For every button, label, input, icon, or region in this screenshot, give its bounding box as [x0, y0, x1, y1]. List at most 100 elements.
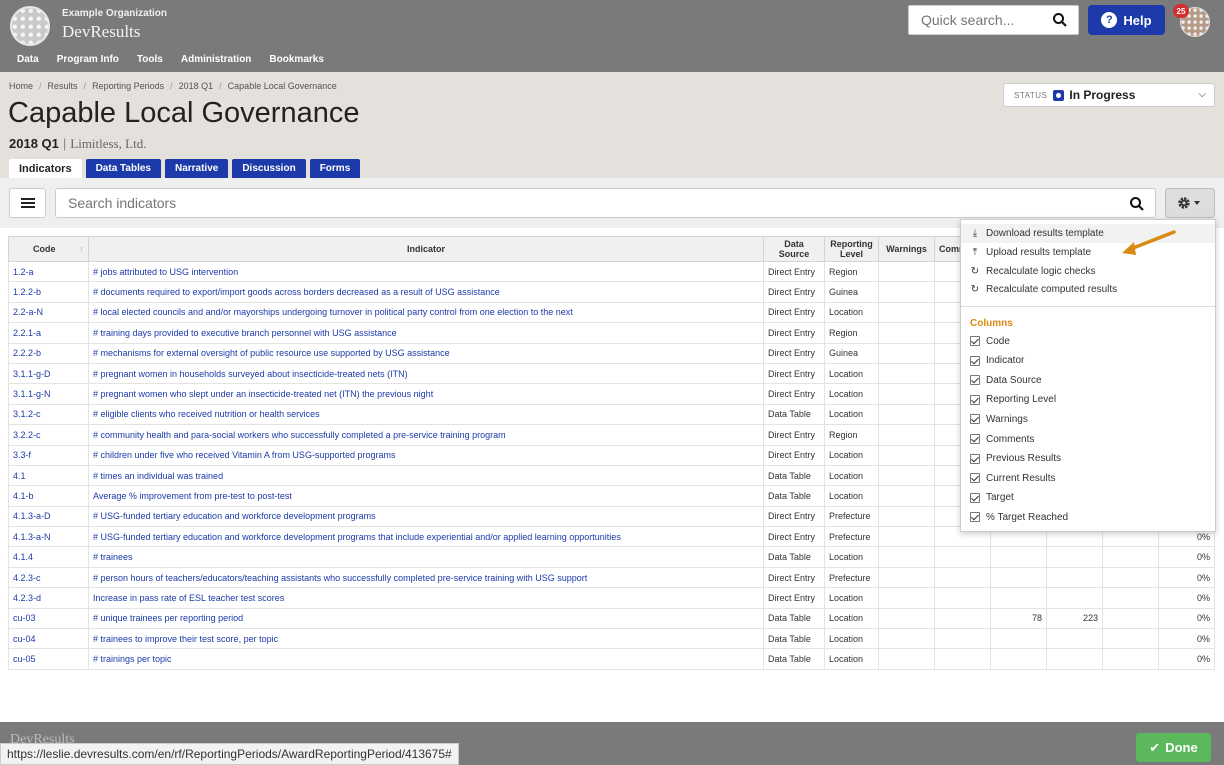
indicator-code-link[interactable]: 1.2-a	[8, 260, 89, 283]
checkbox-icon[interactable]	[970, 394, 980, 405]
indicator-code-link[interactable]: cu-05	[8, 648, 89, 670]
column-toggle-item[interactable]: Reporting Level	[970, 392, 1056, 408]
indicator-name-link[interactable]: # pregnant women in households surveyed …	[88, 362, 764, 385]
indicator-name-link[interactable]: # trainees to improve their test score, …	[88, 628, 764, 650]
indicator-code-link[interactable]: 4.1.3-a-N	[8, 526, 89, 548]
help-button[interactable]: ? Help	[1088, 5, 1165, 35]
tab-data-tables[interactable]: Data Tables	[85, 159, 161, 178]
table-row[interactable]: 4.2.3-c # person hours of teachers/educat…	[8, 566, 1215, 589]
indicator-code-link[interactable]: 4.2.3-c	[8, 566, 89, 589]
indicator-name-link[interactable]: # training days provided to executive br…	[88, 322, 764, 344]
table-row[interactable]: 4.2.3-d Increase in pass rate of ESL teac…	[8, 587, 1215, 609]
status-select[interactable]: STATUS In Progress ⌵	[1003, 83, 1215, 107]
indicator-name-link[interactable]: # community health and para-social worke…	[88, 424, 764, 446]
column-toggle-item[interactable]: % Target Reached	[970, 509, 1068, 525]
menu-button[interactable]	[9, 188, 46, 218]
indicator-code-link[interactable]: 1.2.2-b	[8, 281, 89, 303]
column-header-reporting-level[interactable]: Reporting Level	[824, 236, 879, 262]
indicator-code-link[interactable]: 3.2.2-c	[8, 424, 89, 446]
indicator-code-link[interactable]: cu-04	[8, 628, 89, 650]
column-toggle-item[interactable]: Warnings	[970, 411, 1028, 427]
gear-icon	[1178, 197, 1200, 209]
breadcrumb-period[interactable]: 2018 Q1	[179, 81, 214, 91]
tab-forms[interactable]: Forms	[309, 159, 361, 178]
indicator-code-link[interactable]: 3.3-f	[8, 444, 89, 466]
checkbox-icon[interactable]	[970, 512, 980, 523]
quick-search-input[interactable]	[919, 6, 1057, 34]
column-toggle-item[interactable]: Indicator	[970, 353, 1024, 369]
column-header-indicator[interactable]: Indicator	[88, 236, 764, 262]
column-toggle-item[interactable]: Target	[970, 490, 1014, 506]
column-header-data-source[interactable]: Data Source	[763, 236, 825, 262]
indicator-code-link[interactable]: 3.1.1-g-N	[8, 383, 89, 405]
indicator-search-input[interactable]	[66, 189, 1106, 217]
indicator-name-link[interactable]: # person hours of teachers/educators/tea…	[88, 566, 764, 589]
tab-discussion[interactable]: Discussion	[232, 159, 306, 178]
notification-badge[interactable]: 25	[1173, 4, 1189, 18]
indicator-name-link[interactable]: # jobs attributed to USG intervention	[88, 260, 764, 283]
indicator-code-link[interactable]: 4.2.3-d	[8, 587, 89, 609]
search-icon[interactable]	[1129, 196, 1145, 212]
nav-tools[interactable]: Tools	[137, 54, 163, 70]
indicator-code-link[interactable]: 4.1.4	[8, 546, 89, 568]
table-row[interactable]: 4.1.4 # trainees Data Table Location 0%	[8, 546, 1215, 568]
indicator-code-link[interactable]: 4.1-b	[8, 485, 89, 507]
nav-bookmarks[interactable]: Bookmarks	[269, 54, 323, 70]
indicator-name-link[interactable]: # eligible clients who received nutritio…	[88, 403, 764, 426]
indicator-code-link[interactable]: 3.1.1-g-D	[8, 362, 89, 385]
nav-data[interactable]: Data	[17, 54, 39, 70]
breadcrumb-results[interactable]: Results	[48, 81, 78, 91]
table-row[interactable]: cu-03 # unique trainees per reporting per…	[8, 607, 1215, 630]
breadcrumb-reporting-periods[interactable]: Reporting Periods	[92, 81, 164, 91]
indicator-name-link[interactable]: # times an individual was trained	[88, 464, 764, 487]
indicator-code-link[interactable]: 4.1	[8, 464, 89, 487]
indicator-name-link[interactable]: # pregnant women who slept under an inse…	[88, 383, 764, 405]
search-icon[interactable]	[1052, 12, 1068, 28]
indicator-name-link[interactable]: # USG-funded tertiary education and work…	[88, 526, 764, 548]
indicator-code-link[interactable]: 3.1.2-c	[8, 403, 89, 426]
indicator-name-link[interactable]: # trainees	[88, 546, 764, 568]
column-toggle-item[interactable]: Data Source	[970, 372, 1042, 388]
checkbox-icon[interactable]	[970, 355, 980, 366]
checkbox-icon[interactable]	[970, 492, 980, 503]
app-name[interactable]: DevResults	[62, 22, 140, 42]
checkbox-icon[interactable]	[970, 453, 980, 464]
indicator-name-link[interactable]: # trainings per topic	[88, 648, 764, 670]
checkbox-icon[interactable]	[970, 434, 980, 444]
tab-narrative[interactable]: Narrative	[164, 159, 229, 178]
checkbox-icon[interactable]	[970, 375, 980, 386]
indicator-name-link[interactable]: # local elected councils and and/or mayo…	[88, 301, 764, 324]
indicator-code-link[interactable]: 2.2.1-a	[8, 322, 89, 344]
done-button[interactable]: ✔ Done	[1136, 733, 1211, 762]
column-toggle-item[interactable]: Code	[970, 333, 1010, 349]
checkbox-icon[interactable]	[970, 473, 980, 484]
indicator-name-link[interactable]: Average % improvement from pre-test to p…	[88, 485, 764, 507]
indicator-name-link[interactable]: Increase in pass rate of ESL teacher tes…	[88, 587, 764, 609]
indicator-code-link[interactable]: 4.1.3-a-D	[8, 505, 89, 528]
column-header-code[interactable]: Code ↑	[8, 236, 89, 262]
nav-administration[interactable]: Administration	[181, 54, 252, 70]
table-row[interactable]: cu-04 # trainees to improve their test sc…	[8, 628, 1215, 650]
indicator-code-link[interactable]: 2.2-a-N	[8, 301, 89, 324]
table-row[interactable]: cu-05 # trainings per topic Data Table Loca…	[8, 648, 1215, 670]
indicator-code-link[interactable]: cu-03	[8, 607, 89, 630]
indicator-name-link[interactable]: # unique trainees per reporting period	[88, 607, 764, 630]
tab-indicators[interactable]: Indicators	[9, 159, 82, 178]
nav-program-info[interactable]: Program Info	[57, 54, 119, 70]
checkbox-icon[interactable]	[970, 336, 980, 346]
column-toggle-item[interactable]: Current Results	[970, 470, 1055, 486]
column-toggle-item[interactable]: Comments	[970, 431, 1034, 447]
breadcrumb-home[interactable]: Home	[9, 81, 33, 91]
checkbox-icon[interactable]	[970, 414, 980, 425]
settings-dropdown-button[interactable]	[1165, 188, 1215, 218]
indicator-name-link[interactable]: # children under five who received Vitam…	[88, 444, 764, 466]
indicator-code-link[interactable]: 2.2.2-b	[8, 342, 89, 364]
recalculate-computed-item[interactable]: ↻ Recalculate computed results	[961, 280, 1215, 299]
indicator-name-link[interactable]: # documents required to export/import go…	[88, 281, 764, 303]
indicator-name-link[interactable]: # mechanisms for external oversight of p…	[88, 342, 764, 364]
recalculate-logic-item[interactable]: ↻ Recalculate logic checks	[961, 262, 1215, 281]
column-toggle-item[interactable]: Previous Results	[970, 451, 1061, 467]
indicator-name-link[interactable]: # USG-funded tertiary education and work…	[88, 505, 764, 528]
column-header-warnings[interactable]: Warnings	[878, 236, 935, 262]
org-logo-icon[interactable]	[10, 6, 50, 46]
